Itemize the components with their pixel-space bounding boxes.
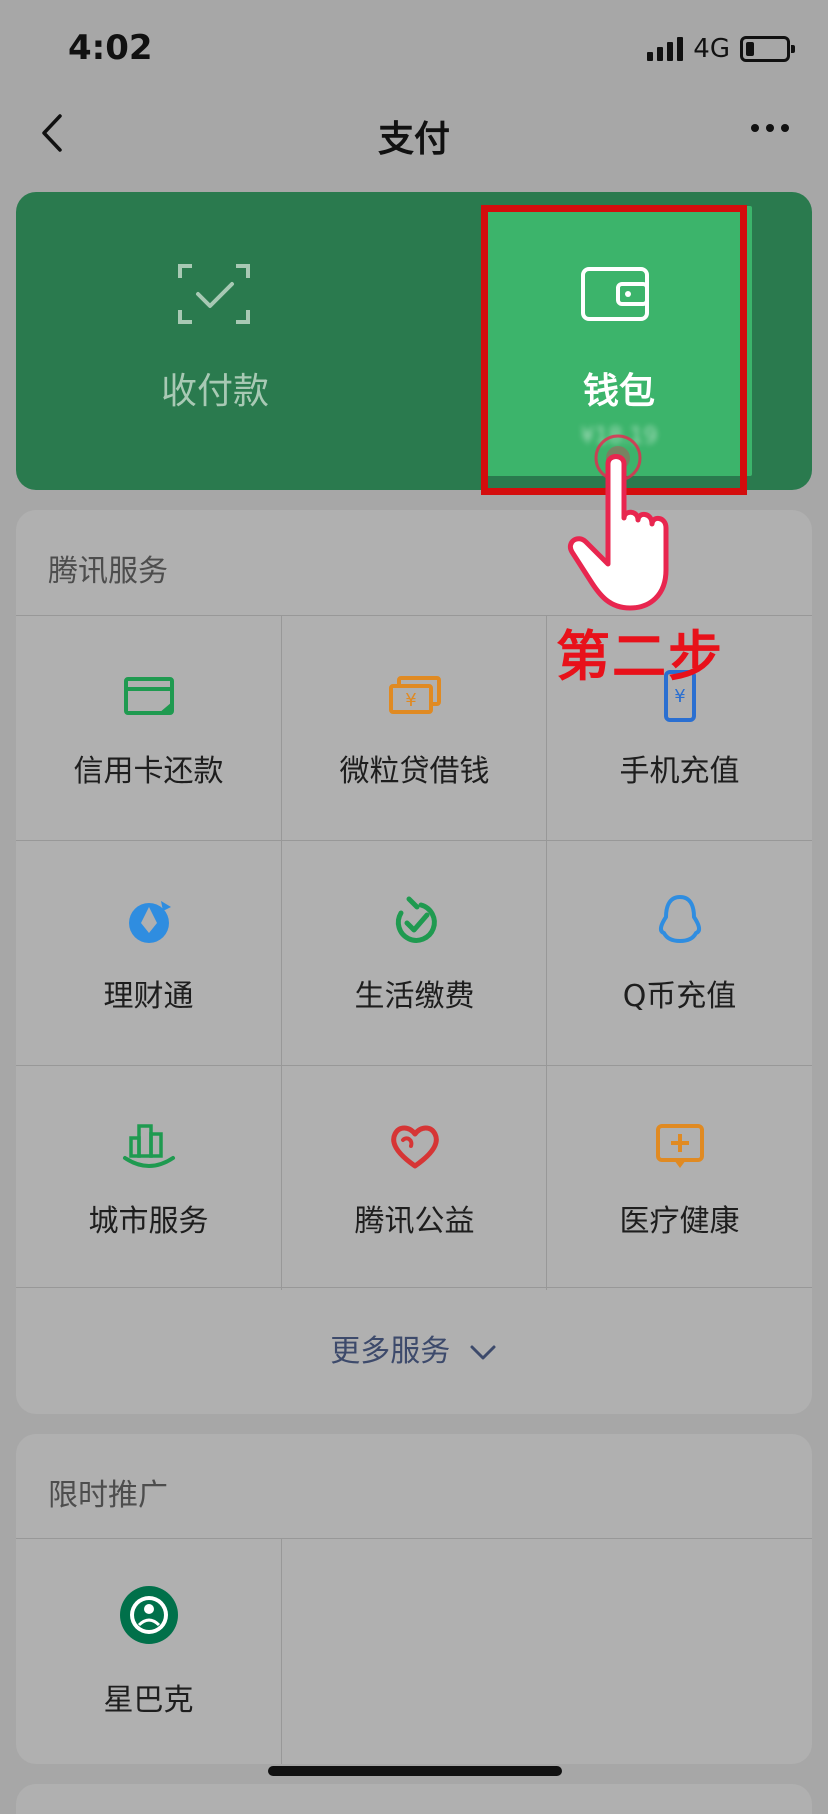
services-grid: 信用卡还款 ¥ 微粒贷借钱 ¥ 手机充值 理财通 生活缴费 Q币充值 城市服务 … (16, 615, 812, 1290)
home-indicator (268, 1766, 562, 1776)
promo-label: 星巴克 (103, 1683, 194, 1718)
step-label: 第二步 (556, 625, 724, 688)
medical-icon (655, 1124, 704, 1168)
service-qcoin[interactable]: Q币充值 (546, 841, 812, 1065)
status-time: 4:02 (68, 28, 153, 68)
battery-icon (740, 36, 795, 62)
service-credit-card[interactable]: 信用卡还款 (16, 616, 281, 840)
chevron-down-icon (470, 1345, 496, 1359)
promo-starbucks[interactable]: 星巴克 (16, 1539, 282, 1764)
service-utilities[interactable]: 生活缴费 (281, 841, 547, 1065)
service-charity[interactable]: 腾讯公益 (281, 1066, 547, 1290)
service-weilidai[interactable]: ¥ 微粒贷借钱 (281, 616, 547, 840)
section-title: 腾讯服务 (48, 554, 168, 589)
hand-pointer-icon (568, 434, 669, 611)
scan-check-icon (178, 264, 250, 324)
more-services-label: 更多服务 (16, 1326, 812, 1370)
svg-text:¥: ¥ (405, 690, 416, 711)
nav-bar: 支付 (0, 96, 828, 172)
status-bar: 4:02 4G (0, 0, 828, 96)
signal-icon (647, 37, 684, 61)
status-indicators: 4G (647, 34, 795, 64)
penguin-icon (658, 895, 701, 943)
service-label: 理财通 (103, 979, 194, 1014)
service-label: Q币充值 (622, 979, 737, 1014)
receive-pay-label: 收付款 (160, 371, 269, 412)
service-label: 信用卡还款 (73, 754, 224, 789)
charity-heart-icon (390, 1125, 439, 1169)
service-label: 手机充值 (619, 754, 740, 789)
utilities-icon (395, 896, 437, 943)
service-label: 医疗健康 (619, 1204, 740, 1239)
money-bills-icon: ¥ (388, 676, 441, 714)
service-label: 生活缴费 (354, 979, 475, 1014)
wealth-icon (128, 901, 171, 943)
receive-pay-button[interactable]: 收付款 (16, 192, 414, 490)
grid-row: 理财通 生活缴费 Q币充值 (16, 840, 812, 1065)
more-icon[interactable] (750, 122, 790, 134)
promo-grid: 星巴克 (16, 1538, 812, 1764)
grid-row: 城市服务 腾讯公益 医疗健康 (16, 1065, 812, 1290)
service-label: 腾讯公益 (354, 1204, 475, 1239)
service-licaitong[interactable]: 理财通 (16, 841, 281, 1065)
next-section-edge (16, 1784, 812, 1814)
page-title: 支付 (377, 119, 450, 160)
more-services-button[interactable]: 更多服务 (16, 1287, 812, 1414)
city-icon (122, 1124, 175, 1168)
service-city[interactable]: 城市服务 (16, 1066, 281, 1290)
network-type: 4G (693, 34, 730, 64)
promo-section: 限时推广 星巴克 (16, 1434, 812, 1764)
credit-card-icon (123, 677, 174, 715)
service-label: 微粒贷借钱 (339, 754, 490, 789)
starbucks-icon (119, 1586, 178, 1644)
service-label: 城市服务 (88, 1204, 209, 1239)
section-title: 限时推广 (48, 1478, 168, 1513)
service-medical[interactable]: 医疗健康 (546, 1066, 812, 1290)
